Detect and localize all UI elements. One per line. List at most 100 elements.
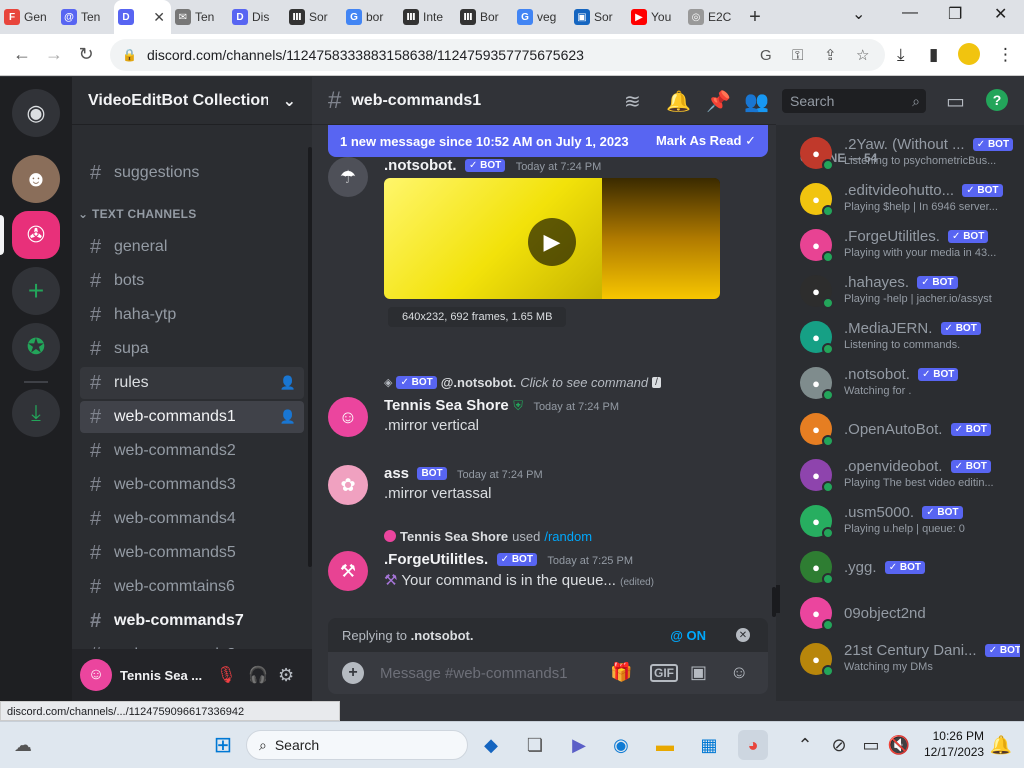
channel-item-suggestions[interactable]: # suggestions [80,157,304,189]
weather-icon[interactable]: ☁ [8,730,38,760]
google-icon[interactable]: G [760,47,772,64]
copilot-icon[interactable]: ◆ [476,730,506,760]
download-icon[interactable]: ⤓ [897,45,905,65]
member-row[interactable]: ● .MediaJERN. ✓ BOT Listening to commands. [800,317,1020,361]
settings-gear-icon[interactable]: ⚙ [278,665,294,686]
file-explorer-icon[interactable]: ▬ [650,730,680,760]
browser-tab[interactable]: ◎ E2C [684,0,741,34]
notification-bell-icon[interactable]: 🔔 [986,730,1016,760]
browser-tab[interactable]: D ✕ [114,0,171,34]
inbox-icon[interactable]: ▭ [946,89,965,114]
channel-item-bots[interactable]: # bots [80,265,304,297]
tab-search-icon[interactable]: ⌄ [852,4,865,24]
browser-tab[interactable]: D Dis [228,0,285,34]
user-name[interactable]: Tennis Sea ... [120,668,202,683]
browser-tab[interactable]: F Gen [0,0,57,34]
notsobot-avatar[interactable]: ☂ [328,157,368,197]
member-row[interactable]: ● .notsobot. ✓ BOT Watching for . [800,363,1020,407]
server-avatar[interactable]: ☻ [12,155,60,203]
message-input[interactable]: Message #web-commands1 [380,665,568,682]
taskbar-search[interactable]: ⌕ Search [246,730,468,760]
discord-home-icon[interactable]: ◉ [12,89,60,137]
sticker-icon[interactable]: ▣ [690,662,707,683]
member-row[interactable]: ● .ForgeUtilitles. ✓ BOT Playing with your… [800,225,1020,269]
new-tab-button[interactable]: + [741,6,769,29]
task-view-icon[interactable]: ❏ [520,730,550,760]
channel-item-rules[interactable]: # rules 👤 [80,367,304,399]
member-row[interactable]: ● .hahayes. ✓ BOT Playing -help | jacher.i… [800,271,1020,315]
category-text-channels[interactable]: ⌄ TEXT CHANNELS [78,207,197,221]
member-row[interactable]: ● 21st Century Dani... ✓ BOT Watching my D… [800,639,1020,683]
channel-item-haha-ytp[interactable]: # haha-ytp [80,299,304,331]
emoji-icon[interactable]: ☺ [730,662,748,683]
channel-item-general[interactable]: # general [80,231,304,263]
reply-context[interactable]: ◈ ✓ BOT @.notsobot. Click to see command… [384,373,776,391]
video-attachment[interactable]: ▶ [384,178,720,299]
network-off-icon[interactable]: ⊘ [824,730,854,760]
videoeditbot-server-icon[interactable]: ✇ [12,211,60,259]
add-server-icon[interactable]: + [12,267,60,315]
browser-tab[interactable]: Ⅲ Inte [399,0,456,34]
bookmark-star-icon[interactable]: ☆ [856,46,869,64]
channel-item-web-commands2[interactable]: # web-commands2 [80,435,304,467]
browser-tab[interactable]: Gveg [513,0,570,34]
invite-member-icon[interactable]: 👤 [280,375,296,391]
tray-chevron-icon[interactable]: ⌃ [790,730,820,760]
help-icon[interactable]: ? [986,89,1008,111]
volume-icon[interactable]: 🔇 [884,730,914,760]
store-icon[interactable]: ▦ [694,730,724,760]
clock[interactable]: 10:26 PM 12/17/2023 [924,728,984,760]
members-list-icon[interactable]: 👥 [744,89,769,114]
ass-avatar[interactable]: ✿ [328,465,368,505]
threads-icon[interactable]: ≋ [624,89,641,114]
reload-icon[interactable]: ↻ [70,44,102,65]
member-row[interactable]: ● .ygg. ✓ BOT [800,547,1020,591]
member-row[interactable]: ● .2Yaw. (Without ... ✓ BOT Listening to p… [800,133,1020,177]
profile-avatar[interactable] [958,43,980,65]
close-window-icon[interactable]: ✕ [994,4,1007,24]
key-icon[interactable]: ⚿ [792,47,803,64]
member-row[interactable]: ● .editvideohutto... ✓ BOT Playing $help |… [800,179,1020,223]
channel-item-web-commands3[interactable]: # web-commands3 [80,469,304,501]
forward-icon[interactable]: → [38,44,70,65]
forge-avatar[interactable]: ⚒ [328,551,368,591]
browser-tab[interactable]: Gbor [342,0,399,34]
back-icon[interactable]: ← [6,44,38,65]
mute-mic-icon[interactable]: 🎙 [216,665,236,685]
channel-item-web-commands7[interactable]: # web-commands7 [80,605,304,637]
reply-text[interactable]: Click to see command [520,375,648,390]
reply-command[interactable]: /random [544,529,592,544]
author-name[interactable]: Tennis Sea Shore [384,397,509,414]
author-name[interactable]: .ForgeUtilitles. [384,551,488,568]
browser-tab[interactable]: Ⅲ Sor [285,0,342,34]
channel-item-web-commands1[interactable]: # web-commands1 👤 [80,401,304,433]
sidepanel-icon[interactable]: ▮ [929,45,938,65]
channel-item-web-commtains6[interactable]: # web-commtains6 [80,571,304,603]
chat-camera-icon[interactable]: ▶ [564,730,594,760]
explore-compass-icon[interactable]: ✪ [12,323,60,371]
mention-toggle[interactable]: @ ON [670,628,706,643]
browser-tab[interactable]: ▣ Sor [570,0,627,34]
reply-context[interactable]: Tennis Sea Shore used /random [384,527,776,545]
reply-user[interactable]: Tennis Sea Shore [400,529,508,544]
browser-tab[interactable]: @ Ten [57,0,114,34]
url-field[interactable]: 🔒 discord.com/channels/11247583338831586… [110,39,885,71]
tennis-avatar[interactable]: ☺ [328,397,368,437]
member-row[interactable]: ● .usm5000. ✓ BOT Playing u.help | queue: … [800,501,1020,545]
member-scrollbar[interactable] [776,585,780,613]
member-row[interactable]: ● 09object2nd [800,593,1020,637]
gift-icon[interactable]: 🎁 [610,662,632,683]
author-name[interactable]: .notsobot. [384,157,457,174]
upload-plus-icon[interactable]: + [342,662,364,684]
chrome-icon[interactable]: ◕ [738,730,768,760]
user-avatar[interactable]: ☺ [80,659,112,691]
channel-item-web-commands5[interactable]: # web-commands5 [80,537,304,569]
search-input[interactable]: Search ⌕ [782,89,926,113]
notification-bell-icon[interactable]: 🔔 [666,89,691,114]
reply-user[interactable]: @.notsobot. [441,375,517,390]
member-row[interactable]: ● .OpenAutoBot. ✓ BOT [800,409,1020,453]
play-icon[interactable]: ▶ [528,218,576,266]
headphones-icon[interactable]: 🎧 [248,665,268,685]
member-row[interactable]: ● .openvideobot. ✓ BOT Playing The best vi… [800,455,1020,499]
channel-item-supa[interactable]: # supa [80,333,304,365]
